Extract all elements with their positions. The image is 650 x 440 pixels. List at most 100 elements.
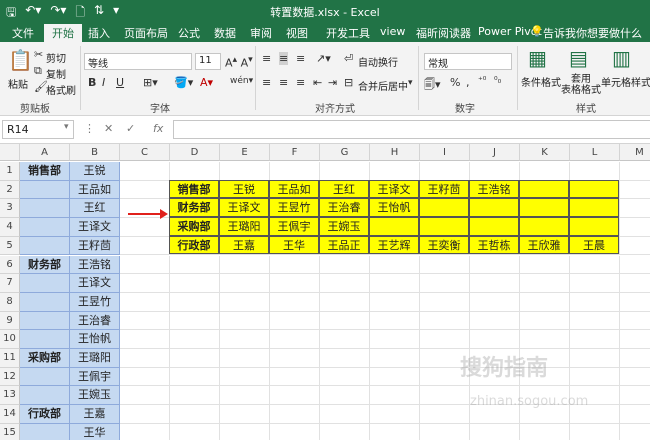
cell[interactable]	[470, 330, 520, 349]
tab-4[interactable]: 公式	[178, 25, 200, 41]
cell[interactable]	[420, 386, 470, 406]
cell[interactable]	[420, 311, 470, 331]
cell[interactable]	[120, 292, 170, 312]
row-header[interactable]: 15	[0, 423, 20, 440]
cell[interactable]: 王译文	[369, 179, 419, 199]
cell[interactable]: 王哲栋	[469, 235, 519, 255]
cell[interactable]	[120, 423, 170, 440]
cell[interactable]	[20, 330, 70, 349]
cell[interactable]: 销售部	[20, 162, 70, 181]
cell[interactable]: 财务部	[169, 198, 219, 218]
cell[interactable]: 王佩宇	[70, 367, 120, 387]
cell[interactable]	[370, 330, 420, 349]
column-header[interactable]: M	[620, 144, 650, 161]
cell[interactable]	[320, 330, 370, 349]
row-header[interactable]: 2	[0, 180, 20, 200]
cell[interactable]	[170, 423, 220, 440]
select-all-corner[interactable]	[0, 144, 20, 161]
cell[interactable]	[120, 311, 170, 331]
cell[interactable]	[520, 162, 570, 181]
cell-styles-button[interactable]: 单元格样式	[601, 74, 650, 89]
cell[interactable]	[170, 292, 220, 312]
conditional-format-icon[interactable]: ▦	[528, 46, 547, 70]
cell[interactable]: 王治睿	[319, 198, 369, 218]
cell[interactable]	[120, 255, 170, 275]
cell[interactable]: 王华	[269, 235, 319, 255]
row-header[interactable]: 4	[0, 218, 20, 237]
cell[interactable]	[620, 405, 650, 424]
enter-icon[interactable]: ✓	[126, 122, 135, 135]
formula-input[interactable]	[173, 120, 650, 139]
cell[interactable]	[519, 198, 569, 218]
currency-icon[interactable]: 🗐▾	[424, 76, 441, 95]
cell[interactable]	[419, 217, 469, 236]
cell[interactable]	[170, 311, 220, 331]
column-header[interactable]: H	[370, 144, 420, 161]
font-grow-icon[interactable]: A▴ A▾	[225, 54, 253, 70]
cell[interactable]	[120, 236, 170, 256]
cell[interactable]: 王红	[70, 199, 120, 219]
cell[interactable]	[370, 255, 420, 275]
cell[interactable]	[370, 405, 420, 424]
cell[interactable]: 行政部	[20, 405, 70, 424]
cell[interactable]	[320, 423, 370, 440]
cell[interactable]: 王晨	[569, 235, 619, 255]
cell[interactable]: 王译文	[219, 198, 269, 218]
column-header[interactable]: A	[20, 144, 70, 161]
cell[interactable]: 王婉玉	[319, 217, 369, 236]
italic-button[interactable]: I	[102, 76, 105, 89]
cell[interactable]: 王璐阳	[70, 349, 120, 368]
cell[interactable]	[220, 330, 270, 349]
tab-0[interactable]: 文件	[12, 25, 34, 41]
cell[interactable]	[320, 405, 370, 424]
cell[interactable]	[20, 386, 70, 406]
row-header[interactable]: 14	[0, 405, 20, 424]
cell[interactable]: 王籽茴	[419, 179, 469, 199]
format-as-table-icon[interactable]: ▤	[569, 46, 588, 70]
cell[interactable]	[170, 367, 220, 387]
cell[interactable]	[519, 179, 569, 199]
cell[interactable]: 王译文	[70, 218, 120, 237]
insert-function-icon[interactable]: fx	[153, 122, 163, 135]
cell[interactable]	[220, 386, 270, 406]
cell[interactable]: 王锐	[70, 162, 120, 181]
cell[interactable]	[519, 217, 569, 236]
cell[interactable]	[370, 162, 420, 181]
cell[interactable]: 王怡帆	[70, 330, 120, 349]
cell[interactable]	[419, 198, 469, 218]
cell[interactable]	[620, 181, 650, 200]
cell[interactable]: 王艺辉	[369, 235, 419, 255]
cell[interactable]	[220, 367, 270, 387]
cell[interactable]	[370, 386, 420, 406]
cell[interactable]	[570, 330, 620, 349]
cell[interactable]: 王璐阳	[219, 217, 269, 236]
cell[interactable]	[569, 179, 619, 199]
cell[interactable]	[620, 218, 650, 237]
cell[interactable]	[520, 274, 570, 293]
cell[interactable]	[20, 218, 70, 237]
cell[interactable]	[20, 423, 70, 440]
cut-button[interactable]: 剪切	[46, 50, 66, 65]
paste-icon[interactable]: 📋	[8, 48, 33, 72]
row-header[interactable]: 8	[0, 292, 20, 312]
merge-center-button[interactable]: 合并后居中	[358, 78, 408, 93]
tab-2[interactable]: 插入	[88, 25, 110, 41]
cell[interactable]	[20, 311, 70, 331]
cell[interactable]	[170, 349, 220, 368]
cell[interactable]	[270, 386, 320, 406]
cell[interactable]	[370, 292, 420, 312]
cell-styles-icon[interactable]: ▥	[612, 46, 631, 70]
cell[interactable]	[120, 180, 170, 200]
cell[interactable]	[320, 311, 370, 331]
cell[interactable]	[270, 255, 320, 275]
column-header[interactable]: J	[470, 144, 520, 161]
cell[interactable]	[370, 423, 420, 440]
cell[interactable]	[270, 274, 320, 293]
cell[interactable]	[320, 255, 370, 275]
phonetic-icon[interactable]: wén▾	[230, 76, 253, 86]
tab-9[interactable]: view	[380, 25, 405, 38]
cell[interactable]	[420, 423, 470, 440]
cell[interactable]	[420, 292, 470, 312]
tab-1[interactable]: 开始	[44, 24, 82, 42]
cell[interactable]: 王昱竹	[70, 292, 120, 312]
